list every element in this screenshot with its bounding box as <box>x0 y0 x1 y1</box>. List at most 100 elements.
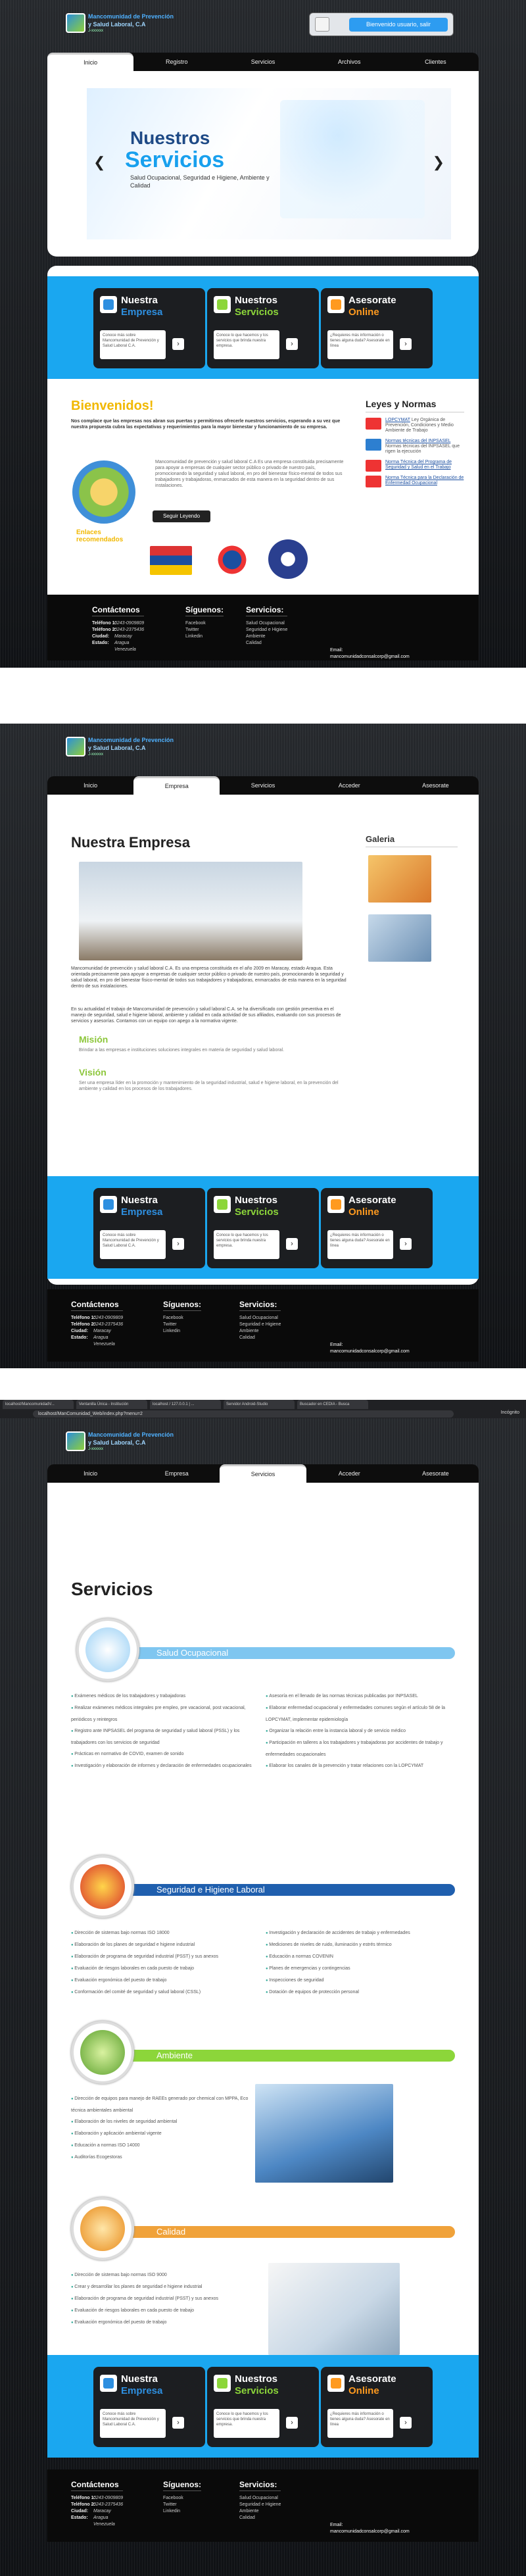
site-logo[interactable]: Mancomunidad de Prevención y Salud Labor… <box>66 1429 174 1458</box>
mision-title: Misión <box>79 1034 108 1045</box>
contact-row: Venezuela <box>71 2521 123 2528</box>
tab-archivos[interactable]: Archivos <box>306 53 393 71</box>
service-section-calidad: Calidad Dirección de sistemas bajo norma… <box>71 2197 455 2355</box>
tab-inicio[interactable]: Inicio <box>47 1464 133 1483</box>
ley-link[interactable]: Norma Técnica para la Declaración de Enf… <box>385 476 464 485</box>
gobierno-logo[interactable] <box>150 546 192 575</box>
tab-asesorate[interactable]: Asesorate <box>393 1464 479 1483</box>
service-link[interactable]: Calidad <box>239 2515 281 2521</box>
list-item: Planes de emergencias y contingencias <box>266 1963 454 1975</box>
service-link[interactable]: Salud Ocupacional <box>246 620 287 627</box>
ley-item[interactable]: Norma Técnica para la Declaración de Enf… <box>366 476 464 487</box>
tab-empresa[interactable]: Empresa <box>133 1464 220 1483</box>
logout-button[interactable]: Bienvenido usuario, salir <box>349 18 448 32</box>
footer-services-title: Servicios: <box>246 605 288 616</box>
social-link[interactable]: Facebook <box>185 620 224 627</box>
tab-acceder[interactable]: Acceder <box>306 1464 393 1483</box>
seguir-leyendo-button[interactable]: Seguir Leyendo <box>153 510 210 522</box>
tab-registro[interactable]: Registro <box>133 53 220 71</box>
slider-photo <box>280 100 425 218</box>
social-link[interactable]: Twitter <box>185 627 224 633</box>
social-link[interactable]: Twitter <box>163 2502 201 2508</box>
service-link[interactable]: Ambiente <box>239 1328 281 1335</box>
social-link[interactable]: Linkedin <box>163 1328 201 1335</box>
chevron-right-icon[interactable]: › <box>172 338 184 350</box>
card-servicios[interactable]: Nuestros Servicios Conoce lo que hacemos… <box>207 2367 319 2447</box>
service-link[interactable]: Salud Ocupacional <box>239 2495 281 2502</box>
gallery-image-2[interactable] <box>368 914 431 962</box>
service-link[interactable]: Salud Ocupacional <box>239 1315 281 1322</box>
tab-inicio[interactable]: Inicio <box>47 776 133 795</box>
card-asesorate[interactable]: Asesorate Online ¿Requieres más informac… <box>321 1188 433 1268</box>
tab-inicio[interactable]: Inicio <box>47 53 134 71</box>
chevron-right-icon[interactable]: › <box>400 2417 412 2429</box>
list-item: Participación en talleres a los trabajad… <box>266 1737 454 1760</box>
chevron-right-icon[interactable]: › <box>286 338 298 350</box>
address-bar[interactable]: localhost/ManComunidad_Web/index.php?men… <box>33 1410 454 1418</box>
ley-link[interactable]: Normas técnicas del INPSASEL <box>385 439 450 443</box>
social-link[interactable]: Linkedin <box>163 2508 201 2515</box>
service-link[interactable]: Seguridad e Higiene <box>239 2502 281 2508</box>
contact-row: Estado: Aragua <box>71 1335 123 1341</box>
tab-empresa[interactable]: Empresa <box>133 776 220 795</box>
chevron-right-icon[interactable]: › <box>286 2417 298 2429</box>
ley-link[interactable]: Norma Técnica del Programa de Seguridad … <box>385 460 452 470</box>
card-empresa[interactable]: Nuestra Empresa Conoce más sobre Mancomu… <box>93 2367 205 2447</box>
browser-tab[interactable]: localhost/MancomunidadV... <box>3 1400 74 1409</box>
chevron-right-icon[interactable]: › <box>172 2417 184 2429</box>
slider-next-icon[interactable]: ❯ <box>433 154 444 171</box>
site-logo[interactable]: Mancomunidad de Prevención y Salud Labor… <box>66 734 174 763</box>
tab-clientes[interactable]: Clientes <box>393 53 479 71</box>
ley-link[interactable]: LOPCYMAT <box>385 418 410 422</box>
incognito-label: Incógnito <box>500 1410 519 1415</box>
browser-tab[interactable]: Servidor Android-Studio <box>224 1400 295 1409</box>
browser-tab[interactable]: Ventanilla Única - Institución <box>76 1400 147 1409</box>
slider-prev-icon[interactable]: ❮ <box>93 154 105 171</box>
chevron-right-icon[interactable]: › <box>400 338 412 350</box>
contact-row: Ciudad: Maracay <box>71 1328 123 1335</box>
email-value[interactable]: mancomunidadconsalcorp@gmail.com <box>330 654 410 660</box>
list-item: Evaluación ergonómica del puesto de trab… <box>71 1975 255 1987</box>
partner-logo-2[interactable] <box>268 539 308 579</box>
service-link[interactable]: Seguridad e Higiene <box>246 627 287 633</box>
service-link[interactable]: Seguridad e Higiene <box>239 1322 281 1328</box>
chevron-right-icon[interactable]: › <box>286 1238 298 1250</box>
card-asesorate[interactable]: Asesorate Online ¿Requieres más informac… <box>321 2367 433 2447</box>
list-item: Prácticas en normativo de COVID, examen … <box>71 1748 255 1760</box>
tab-servicios[interactable]: Servicios <box>220 1464 306 1483</box>
card-empresa[interactable]: Nuestra Empresa Conoce más sobre Mancomu… <box>93 1188 205 1268</box>
tab-asesorate[interactable]: Asesorate <box>393 776 479 795</box>
site-logo[interactable]: Mancomunidad de Prevención y Salud Labor… <box>66 11 174 39</box>
ley-item[interactable]: LOPCYMAT Ley Orgánica de Prevención, Con… <box>366 418 464 433</box>
service-link[interactable]: Calidad <box>239 1335 281 1341</box>
chevron-right-icon[interactable]: › <box>172 1238 184 1250</box>
card-empresa[interactable]: Nuestra Empresa Conoce más sobre Mancomu… <box>93 288 205 368</box>
contact-row: Teléfono 2:0243-2375436 <box>71 1322 123 1328</box>
gallery-image-1[interactable] <box>368 855 431 903</box>
email-value[interactable]: mancomunidadconsalcorp@gmail.com <box>330 2529 410 2535</box>
card-servicios[interactable]: Nuestros Servicios Conoce lo que hacemos… <box>207 288 319 368</box>
tab-servicios[interactable]: Servicios <box>220 776 306 795</box>
tab-servicios[interactable]: Servicios <box>220 53 306 71</box>
browser-tab[interactable]: localhost / 127.0.0.1 | ... <box>150 1400 221 1409</box>
partner-logo-1[interactable] <box>216 543 249 576</box>
doc-icon <box>366 439 381 451</box>
social-link[interactable]: Facebook <box>163 1315 201 1322</box>
ley-item[interactable]: Normas técnicas del INPSASEL Normas técn… <box>366 439 464 455</box>
chevron-right-icon[interactable]: › <box>400 1238 412 1250</box>
tab-acceder[interactable]: Acceder <box>306 776 393 795</box>
ley-item[interactable]: Norma Técnica del Programa de Seguridad … <box>366 460 464 472</box>
service-link[interactable]: Ambiente <box>246 633 287 640</box>
list-item: Auditorías Ecogestoras <box>71 2152 249 2164</box>
home-screenshot: Mancomunidad de Prevención y Salud Labor… <box>0 0 526 668</box>
service-link[interactable]: Calidad <box>246 640 287 647</box>
card-servicios[interactable]: Nuestros Servicios Conoce lo que hacemos… <box>207 1188 319 1268</box>
browser-tab[interactable]: Buscador en CEDIA - Busca <box>297 1400 368 1409</box>
email-value[interactable]: mancomunidadconsalcorp@gmail.com <box>330 1349 410 1355</box>
social-link[interactable]: Twitter <box>163 1322 201 1328</box>
social-link[interactable]: Linkedin <box>185 633 224 640</box>
list-item: Exámenes médicos de los trabajadores y t… <box>71 1691 255 1702</box>
card-asesorate[interactable]: Asesorate Online ¿Requieres más informac… <box>321 288 433 368</box>
service-link[interactable]: Ambiente <box>239 2508 281 2515</box>
social-link[interactable]: Facebook <box>163 2495 201 2502</box>
